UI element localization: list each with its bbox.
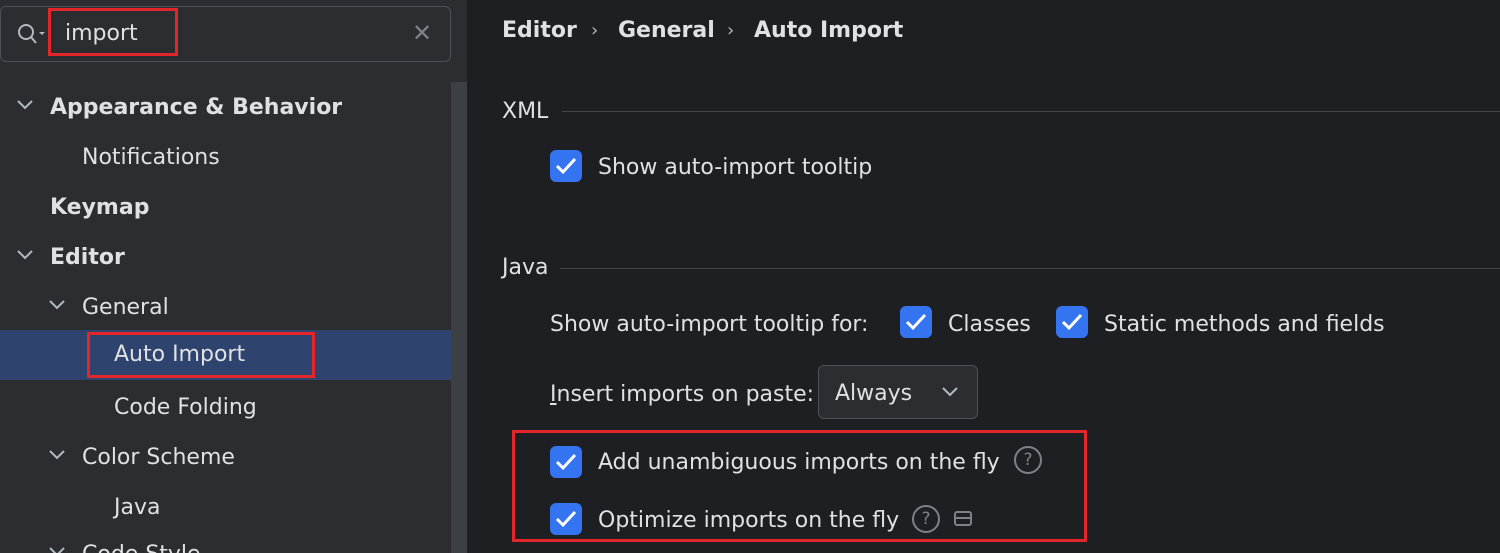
- chevron-down-icon[interactable]: [48, 543, 66, 553]
- add-unambiguous-checkbox[interactable]: [550, 446, 582, 478]
- classes-label: Classes: [948, 312, 1031, 337]
- settings-sidebar: import ✕ Appearance & Behavior Notificat…: [0, 0, 467, 553]
- tree-item-label: General: [82, 295, 169, 320]
- static-methods-label: Static methods and fields: [1104, 312, 1385, 337]
- tree-item-label: Code Style: [82, 530, 201, 553]
- tree-item-keymap[interactable]: Keymap: [0, 183, 467, 233]
- tree-item-notifications[interactable]: Notifications: [0, 133, 467, 183]
- chevron-down-icon: [942, 387, 958, 397]
- chevron-down-icon[interactable]: [48, 446, 66, 464]
- tree-item-color-scheme[interactable]: Color Scheme: [0, 433, 467, 483]
- auto-import-highlight-box: [87, 332, 315, 378]
- breadcrumb-general[interactable]: General: [618, 18, 715, 43]
- tree-item-general[interactable]: General: [0, 283, 467, 333]
- optimize-imports-checkbox[interactable]: [550, 503, 582, 535]
- search-icon[interactable]: [17, 23, 47, 45]
- tree-item-label: Editor: [50, 245, 125, 270]
- insert-imports-dropdown[interactable]: Always: [818, 365, 978, 419]
- tooltip-for-label: Show auto-import tooltip for:: [550, 312, 869, 337]
- tree-item-label: Java: [114, 495, 161, 520]
- insert-imports-label: Insert imports on paste:: [550, 382, 814, 407]
- sidebar-scrollbar[interactable]: [451, 82, 467, 553]
- help-icon[interactable]: ?: [1014, 446, 1042, 474]
- chevron-down-icon[interactable]: [16, 246, 34, 264]
- tree-item-label: Keymap: [50, 195, 150, 220]
- search-highlight-box: [48, 8, 178, 56]
- chevron-down-icon[interactable]: [48, 296, 66, 314]
- tree-item-appearance[interactable]: Appearance & Behavior: [0, 83, 467, 133]
- tree-item-label: Color Scheme: [82, 445, 235, 470]
- breadcrumb-separator-icon: ›: [591, 20, 599, 41]
- dropdown-value: Always: [835, 381, 913, 406]
- settings-content: Editor › General › Auto Import XML Show …: [467, 0, 1500, 553]
- tree-item-label: Code Folding: [114, 395, 257, 420]
- section-divider: [562, 111, 1500, 112]
- tree-item-label: Notifications: [82, 145, 220, 170]
- add-unambiguous-label: Add unambiguous imports on the fly: [598, 450, 1000, 475]
- window-icon[interactable]: [954, 511, 972, 526]
- tree-item-code-folding[interactable]: Code Folding: [0, 383, 467, 433]
- show-auto-import-tooltip-label: Show auto-import tooltip: [598, 155, 873, 180]
- checkmark-icon: [555, 157, 577, 175]
- settings-dialog: import ✕ Appearance & Behavior Notificat…: [0, 0, 1500, 553]
- classes-checkbox[interactable]: [900, 306, 932, 338]
- checkmark-icon: [555, 453, 577, 471]
- checkmark-icon: [905, 313, 927, 331]
- tree-item-editor[interactable]: Editor: [0, 233, 467, 283]
- section-title-java: Java: [502, 255, 549, 280]
- breadcrumb-separator-icon: ›: [727, 20, 735, 41]
- checkmark-icon: [1061, 313, 1083, 331]
- chevron-down-icon[interactable]: [16, 96, 34, 114]
- section-divider: [560, 268, 1500, 269]
- checkmark-icon: [555, 510, 577, 528]
- breadcrumb-editor[interactable]: Editor: [502, 18, 577, 43]
- tree-item-code-style[interactable]: Code Style: [0, 530, 467, 553]
- show-auto-import-tooltip-checkbox[interactable]: [550, 150, 582, 182]
- insert-imports-label-text: nsert imports on paste:: [556, 382, 815, 407]
- optimize-imports-label: Optimize imports on the fly: [598, 508, 900, 533]
- breadcrumb-auto-import: Auto Import: [754, 18, 904, 43]
- section-title-xml: XML: [502, 99, 549, 124]
- tree-item-label: Appearance & Behavior: [50, 95, 343, 120]
- clear-icon[interactable]: ✕: [412, 19, 432, 47]
- tree-item-java[interactable]: Java: [0, 483, 467, 533]
- static-methods-checkbox[interactable]: [1056, 306, 1088, 338]
- help-icon[interactable]: ?: [912, 505, 940, 533]
